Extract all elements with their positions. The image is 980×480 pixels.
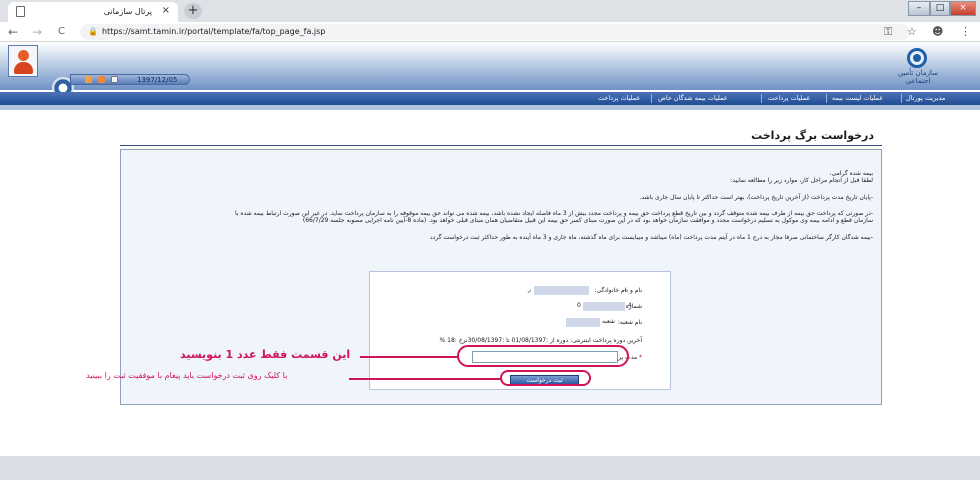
organization-logo: سازمان تأمین اجتماعی: [893, 48, 943, 85]
input-highlight-ring: [457, 345, 629, 367]
maximize-button[interactable]: □: [930, 1, 950, 16]
page-footer: [0, 456, 980, 480]
menu-special-insured[interactable]: عملیات بیمه شدگان خاص: [658, 92, 728, 105]
settings-icon[interactable]: [98, 76, 105, 83]
forward-icon[interactable]: →: [32, 25, 42, 39]
browser-menu-icon[interactable]: ⋮: [960, 25, 971, 38]
insurance-number-value-start: 4: [628, 302, 632, 309]
notice-item-2-cont: سازمان قطع و ادامه بیمه وی موکول به تسلی…: [302, 217, 873, 224]
url-field[interactable]: 🔒 https://samt.tamin.ir/portal/template/…: [80, 24, 910, 40]
notice-item-3: -بیمه شدگان کارگر ساختمانی صرفا مجاز به …: [429, 234, 873, 241]
menu-portal-management[interactable]: مدیریت پورتال: [906, 92, 945, 105]
menu-payment-2[interactable]: عملیات پرداخت: [598, 92, 640, 105]
back-icon[interactable]: ←: [8, 25, 18, 39]
close-window-button[interactable]: ×: [950, 1, 976, 16]
page-title: درخواست برگ پرداخت: [751, 129, 874, 142]
notice-greeting: بیمه شده گرامی،: [829, 170, 873, 177]
required-mark: *: [639, 354, 642, 361]
date-bar: 1397/12/05: [70, 74, 190, 85]
reload-icon[interactable]: C: [58, 26, 65, 37]
branch-value: شعبه: [602, 318, 615, 325]
input-annotation-text: این قسمت فقط عدد 1 بنویسید: [180, 348, 351, 361]
browser-tab[interactable]: پرتال سازمانی ×: [8, 2, 178, 22]
star-icon[interactable]: ☆: [907, 25, 917, 38]
name-value-start: د: [624, 286, 627, 293]
header-date: 1397/12/05: [137, 76, 178, 84]
insurance-number-value-end: 0: [577, 302, 581, 309]
address-bar-row: ← → C 🔒 https://samt.tamin.ir/portal/tem…: [0, 22, 980, 42]
menu-payment[interactable]: عملیات پرداخت: [768, 92, 810, 105]
branch-value-redacted: [566, 318, 600, 327]
submit-highlight-ring: [500, 370, 591, 386]
notice-item-1: -پایان تاریخ مدت پرداخت (از آخرین تاریخ …: [639, 194, 873, 201]
menu-insurance-list[interactable]: عملیات لیست بیمه: [832, 92, 883, 105]
browser-tab-strip: پرتال سازمانی × + – □ ×: [0, 0, 980, 22]
main-menu-bar: مدیریت پورتال عملیات لیست بیمه عملیات پر…: [0, 92, 980, 110]
notice-intro: لطفا قبل از انجام مراحل کار، موارد زیر ر…: [730, 177, 873, 184]
submit-annotation-text: با کلیک روی ثبت درخواست باید پیغام با مو…: [86, 371, 288, 380]
new-tab-button[interactable]: +: [184, 3, 202, 19]
page-title-bar: درخواست برگ پرداخت: [120, 124, 882, 146]
tab-close-icon[interactable]: ×: [162, 5, 170, 16]
home-icon[interactable]: [85, 76, 92, 83]
print-icon[interactable]: [111, 76, 118, 83]
url-text: https://samt.tamin.ir/portal/template/fa…: [102, 27, 326, 36]
name-value-end: ر: [528, 286, 531, 293]
last-period-info: آخرین دوره پرداخت اینترنتی: دوره از :01/…: [439, 337, 642, 344]
page-icon: [16, 6, 25, 17]
submit-annotation-line: [349, 378, 501, 380]
organization-name: سازمان تأمین اجتماعی: [898, 69, 938, 85]
name-label: نام و نام خانوادگی:: [594, 287, 642, 294]
name-value-redacted: [534, 286, 589, 295]
branch-label: نام شعبه:: [617, 319, 642, 326]
key-icon[interactable]: ⚿: [884, 25, 892, 39]
notice-item-2: -در صورتی که پرداخت حق بیمه از طرف بیمه …: [235, 210, 873, 217]
account-icon[interactable]: ☻: [932, 25, 943, 38]
user-avatar: [8, 45, 38, 77]
minimize-button[interactable]: –: [908, 1, 930, 16]
tab-title: پرتال سازمانی: [103, 7, 152, 16]
input-annotation-line: [360, 356, 458, 358]
insurance-number-redacted: [583, 302, 625, 311]
lock-icon: 🔒: [88, 27, 98, 36]
